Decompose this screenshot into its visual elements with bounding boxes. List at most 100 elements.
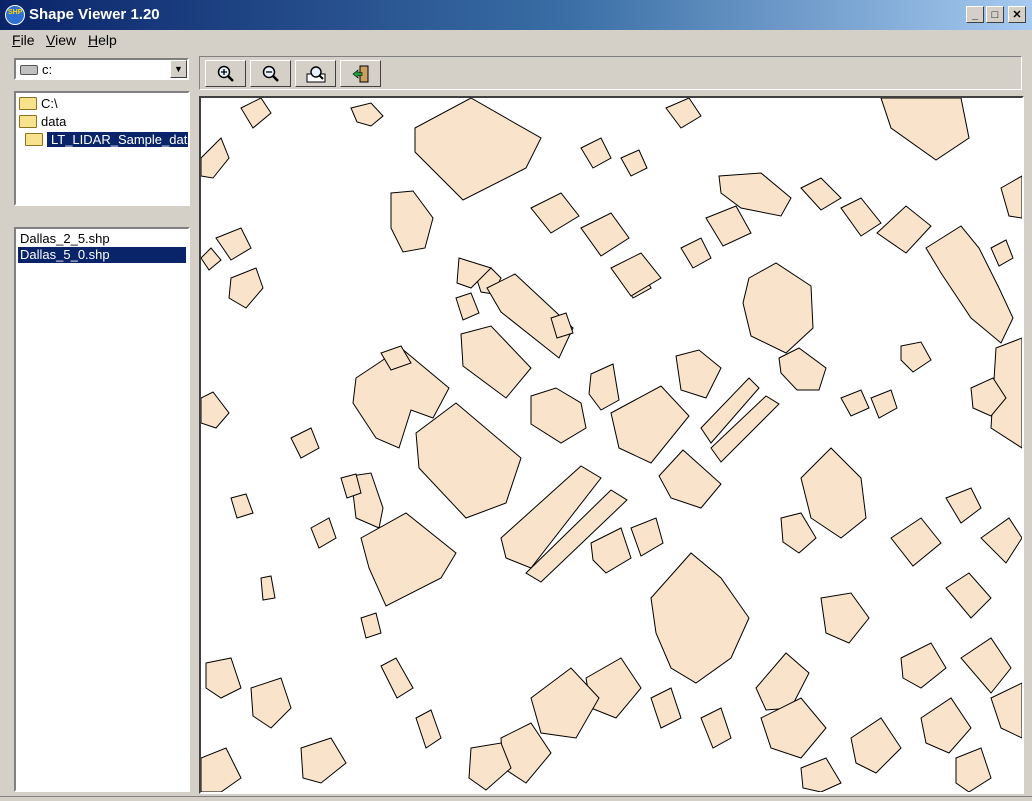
building-polygon xyxy=(955,747,992,792)
zoom-out-icon xyxy=(262,65,279,82)
window-title: Shape Viewer 1.20 xyxy=(29,6,160,23)
menu-bar: File View Help xyxy=(0,30,1032,50)
drive-value: c: xyxy=(42,62,53,77)
minimize-icon: _ xyxy=(971,8,979,21)
map-view[interactable] xyxy=(199,96,1024,794)
building-polygon xyxy=(390,190,434,253)
building-polygon xyxy=(800,177,842,211)
file-item-selected[interactable]: Dallas_5_0.shp xyxy=(18,247,186,263)
building-polygon xyxy=(415,402,522,519)
building-polygon xyxy=(580,137,612,169)
close-icon: ✕ xyxy=(1012,9,1022,21)
zoom-extent-button[interactable] xyxy=(295,60,336,87)
building-polygon xyxy=(215,227,252,261)
drive-select[interactable]: c: ▼ xyxy=(14,58,189,80)
building-polygon xyxy=(900,341,932,373)
building-polygon xyxy=(250,677,292,729)
building-polygon xyxy=(610,252,662,297)
building-polygon xyxy=(230,493,254,519)
building-polygon xyxy=(900,642,947,689)
toolbar xyxy=(199,56,1022,90)
building-polygon xyxy=(990,239,1014,267)
maximize-icon: □ xyxy=(991,8,999,21)
building-polygon xyxy=(530,192,580,234)
building-polygon xyxy=(460,325,532,399)
building-polygon xyxy=(620,149,648,177)
close-button[interactable]: ✕ xyxy=(1008,6,1026,23)
directory-list[interactable]: C:\ data LT_LIDAR_Sample_data xyxy=(14,91,190,206)
building-polygon xyxy=(742,262,814,354)
building-polygon xyxy=(300,737,347,784)
building-polygon xyxy=(945,572,992,619)
zoom-in-icon xyxy=(217,65,234,82)
building-polygon xyxy=(455,292,480,321)
building-polygon xyxy=(850,717,902,774)
file-list[interactable]: Dallas_2_5.shp Dallas_5_0.shp xyxy=(14,227,190,792)
building-polygon xyxy=(310,517,337,549)
building-polygon xyxy=(880,98,970,161)
exit-door-icon xyxy=(352,65,368,82)
exit-button[interactable] xyxy=(340,60,381,87)
building-polygon xyxy=(350,102,384,127)
building-polygon xyxy=(1000,175,1022,219)
building-polygon xyxy=(240,98,272,129)
drive-dropdown-button[interactable]: ▼ xyxy=(170,60,187,78)
building-polygon xyxy=(700,707,732,749)
title-bar: SHP Shape Viewer 1.20 _ □ ✕ xyxy=(0,0,1032,30)
building-polygon xyxy=(960,637,1012,694)
folder-open-icon xyxy=(25,133,43,146)
building-polygon xyxy=(800,447,867,539)
zoom-in-button[interactable] xyxy=(205,60,246,87)
file-item[interactable]: Dallas_2_5.shp xyxy=(18,231,186,247)
building-polygon xyxy=(290,427,320,459)
building-polygon xyxy=(585,657,642,719)
building-polygon xyxy=(530,387,587,444)
building-polygon xyxy=(840,197,882,237)
building-polygon xyxy=(260,575,276,601)
building-polygon xyxy=(360,612,382,639)
chevron-down-icon: ▼ xyxy=(174,64,183,74)
building-polygon xyxy=(201,747,242,792)
building-polygon xyxy=(360,512,457,607)
building-polygon xyxy=(990,682,1022,739)
shapefile-map[interactable] xyxy=(201,98,1022,792)
building-polygon xyxy=(675,349,722,399)
minimize-button[interactable]: _ xyxy=(966,6,984,23)
building-polygon xyxy=(201,247,222,271)
drive-icon xyxy=(20,65,38,75)
building-polygon xyxy=(778,347,827,391)
maximize-button[interactable]: □ xyxy=(986,6,1004,23)
status-bar xyxy=(0,796,1032,801)
building-polygon xyxy=(945,487,982,524)
app-icon: SHP xyxy=(5,5,25,25)
building-polygon xyxy=(870,389,898,419)
zoom-out-button[interactable] xyxy=(250,60,291,87)
building-polygon xyxy=(980,517,1022,564)
building-polygon xyxy=(705,205,752,247)
building-polygon xyxy=(650,552,750,684)
building-polygon xyxy=(680,237,712,269)
building-polygon xyxy=(580,212,630,257)
building-polygon xyxy=(610,385,690,464)
building-polygon xyxy=(205,657,242,699)
building-polygon xyxy=(650,687,682,729)
building-polygon xyxy=(630,517,664,557)
folder-open-icon xyxy=(19,115,37,128)
building-polygon xyxy=(840,389,870,417)
building-polygon xyxy=(201,137,230,179)
building-polygon xyxy=(876,205,932,254)
building-polygon xyxy=(588,363,620,411)
building-polygon xyxy=(780,512,817,554)
menu-view[interactable]: View xyxy=(46,32,76,48)
building-polygon xyxy=(820,592,870,644)
building-polygon xyxy=(890,517,942,567)
building-polygon xyxy=(380,657,414,699)
map-extent-icon xyxy=(306,65,325,82)
menu-file[interactable]: File xyxy=(12,32,35,48)
menu-help[interactable]: Help xyxy=(88,32,117,48)
building-polygon xyxy=(201,391,230,429)
building-polygon xyxy=(590,527,632,574)
building-polygon xyxy=(415,709,442,749)
building-polygon xyxy=(920,697,972,754)
building-polygon xyxy=(800,757,842,792)
